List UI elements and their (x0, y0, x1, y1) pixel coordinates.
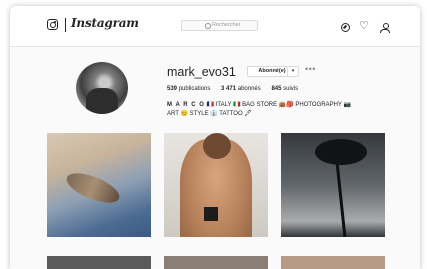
post-thumbnail[interactable] (164, 256, 268, 269)
profile-bio: M A R C O 🇫🇷 ITALY 🇮🇹 BAG STORE 👜🎒 PHOTO… (167, 101, 357, 119)
post-thumbnail-palm-sunset[interactable] (281, 133, 385, 237)
instagram-wordmark[interactable]: Instagram (71, 16, 139, 30)
search-icon (205, 23, 211, 29)
profile-username: mark_evo31 (167, 65, 236, 79)
bio-name: M A R C O (167, 102, 205, 108)
suggestions-dropdown-button[interactable]: ▾ (287, 66, 299, 77)
compass-icon[interactable] (341, 23, 350, 32)
logo-divider (65, 18, 66, 32)
instagram-camera-icon[interactable] (47, 19, 58, 30)
post-thumbnail-tattoo-portrait[interactable] (164, 133, 268, 237)
post-thumbnail-cat[interactable] (47, 133, 151, 237)
heart-icon[interactable]: ♡ (359, 21, 369, 32)
post-thumbnail[interactable] (281, 256, 385, 269)
posts-count: 539 publications (167, 86, 211, 92)
followers-count[interactable]: 3 471 abonnés (221, 86, 261, 92)
browser-frame: Instagram Rechercher ♡ mark_evo31 Abonné… (10, 6, 420, 269)
profile-avatar[interactable] (76, 62, 128, 114)
search-placeholder: Rechercher (212, 22, 241, 28)
top-navigation-bar: Instagram Rechercher ♡ (10, 6, 420, 47)
profile-stats: 539 publications 3 471 abonnés 845 suivi… (167, 86, 307, 92)
search-input[interactable]: Rechercher (181, 20, 258, 31)
person-icon[interactable] (380, 23, 390, 33)
more-options-button[interactable]: ••• (305, 64, 316, 74)
following-count[interactable]: 845 suivis (271, 86, 298, 92)
post-thumbnail[interactable] (47, 256, 151, 269)
